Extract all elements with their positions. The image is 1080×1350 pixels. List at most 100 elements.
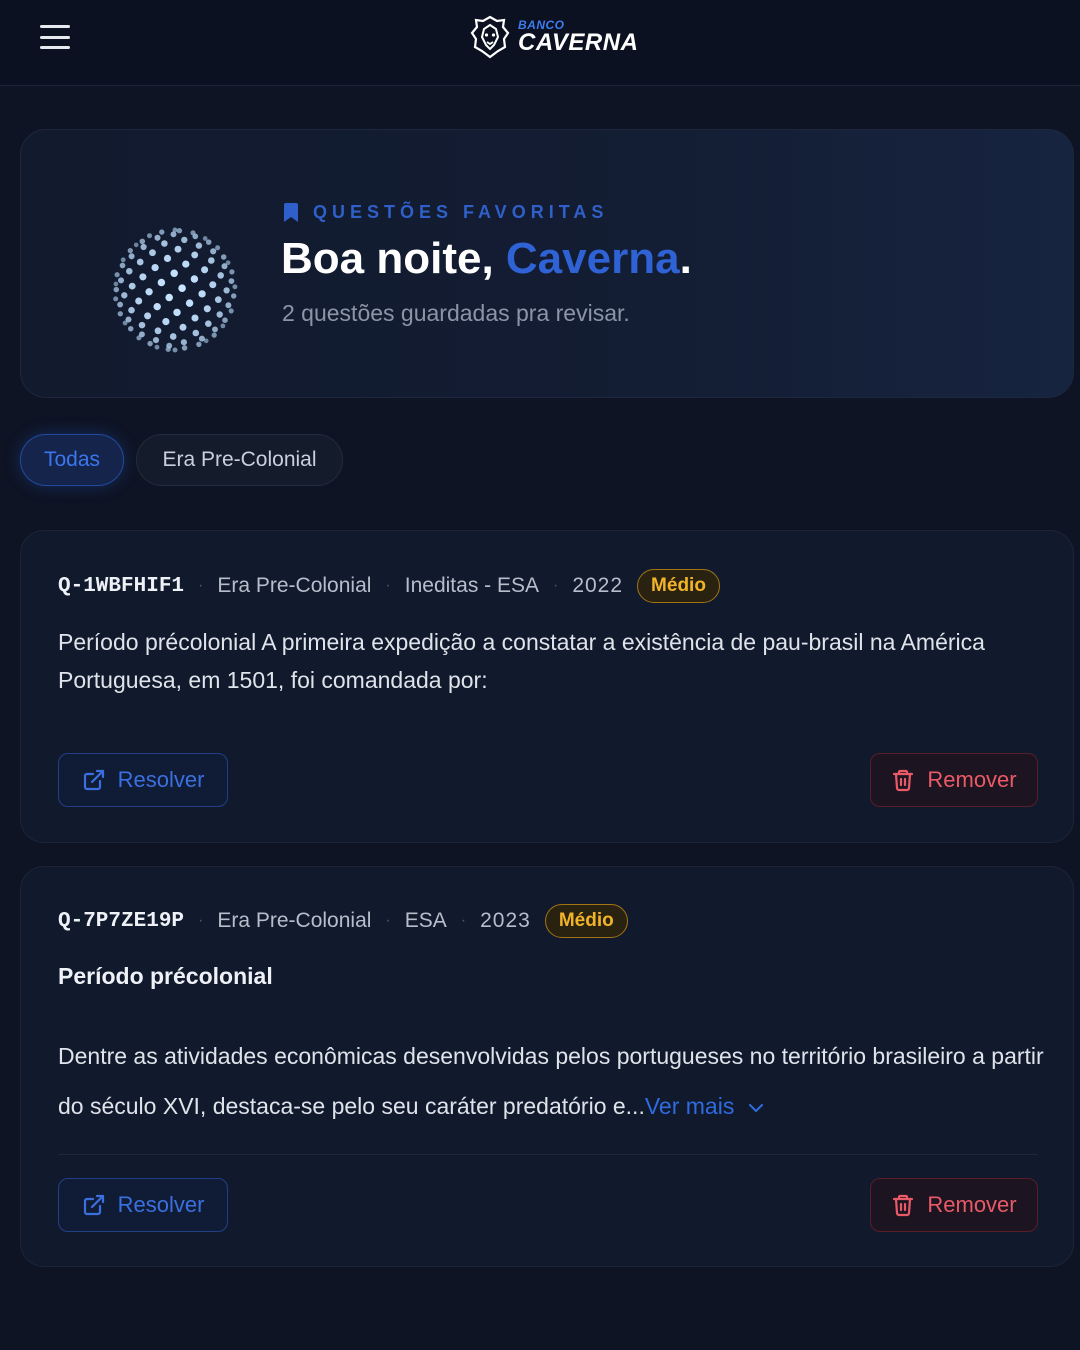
- sphere-dot: [154, 344, 160, 350]
- user-name: Caverna: [505, 234, 680, 283]
- sphere-dot: [172, 347, 178, 353]
- filter-chip-all[interactable]: Todas: [20, 434, 124, 486]
- sphere-dot: [201, 266, 209, 274]
- sphere-dot: [179, 323, 187, 331]
- sphere-dot: [133, 242, 139, 248]
- resolve-button[interactable]: Resolver: [58, 753, 228, 807]
- sphere-dot: [228, 278, 235, 284]
- sphere-dot: [185, 299, 194, 307]
- difficulty-badge: Médio: [637, 569, 720, 603]
- sphere-dot: [138, 331, 145, 338]
- sphere-dot: [211, 332, 217, 338]
- sphere-dot: [210, 248, 217, 255]
- top-bar: BANCO CAVERNA: [0, 0, 1080, 86]
- filter-chip-era-pre-colonial[interactable]: Era Pre-Colonial: [136, 434, 343, 486]
- sphere-dot: [135, 297, 143, 305]
- trash-icon: [893, 1194, 914, 1217]
- sphere-dot: [190, 230, 196, 236]
- sphere-dot: [225, 302, 232, 309]
- sphere-dot: [125, 316, 132, 323]
- sphere-dot: [159, 229, 165, 235]
- trash-icon: [893, 769, 914, 792]
- question-id: Q-1WBFHIF1: [58, 574, 185, 598]
- sphere-dot: [192, 329, 200, 337]
- sphere-dot: [147, 340, 153, 347]
- difficulty-badge: Médio: [544, 904, 628, 938]
- sphere-dot: [113, 296, 119, 302]
- sphere-dot: [215, 245, 221, 251]
- sphere-dot: [117, 311, 123, 317]
- sphere-dot: [182, 260, 190, 268]
- question-text: Período précolonial A primeira expedição…: [58, 629, 985, 693]
- sphere-dot: [217, 272, 224, 279]
- resolve-button-label: Resolver: [117, 1192, 205, 1217]
- sphere-dot: [127, 247, 133, 254]
- sphere-dot: [173, 308, 181, 317]
- sphere-dot: [157, 278, 166, 287]
- greeting-text: Boa noite,: [281, 234, 506, 283]
- sphere-dot: [166, 342, 173, 349]
- external-link-icon: [83, 1194, 104, 1216]
- question-meta: Q-1WBFHIF1 · Era Pre-Colonial · Ineditas…: [58, 569, 720, 603]
- lion-head-icon: [470, 15, 510, 59]
- sphere-dot: [165, 293, 173, 302]
- resolve-button-label: Resolver: [117, 767, 205, 792]
- question-text-content: Dentre as atividades econômicas desenvol…: [58, 1043, 1044, 1119]
- question-topic: Era Pre-Colonial: [217, 574, 372, 597]
- sphere-dot: [220, 254, 227, 260]
- sphere-dot: [144, 312, 152, 320]
- greeting-subtitle: 2 questões guardadas pra revisar.: [282, 300, 630, 326]
- sphere-dot: [117, 277, 125, 284]
- sphere-dot: [126, 267, 133, 275]
- remove-button[interactable]: Remover: [870, 1178, 1038, 1232]
- sphere-dot: [232, 284, 238, 290]
- section-kicker: QUESTÕES FAVORITAS: [283, 202, 608, 223]
- sphere-dot: [216, 311, 223, 318]
- question-topic: Era Pre-Colonial: [217, 909, 372, 932]
- remove-button-label: Remover: [927, 1192, 1017, 1217]
- sphere-dot: [162, 318, 170, 326]
- question-title: Período précolonial: [58, 963, 273, 989]
- question-source: Ineditas - ESA: [404, 574, 539, 597]
- sphere-dot: [121, 292, 128, 299]
- sphere-dot: [191, 314, 199, 322]
- sphere-dot: [153, 303, 161, 311]
- sphere-dot: [113, 286, 120, 293]
- sphere-dot: [128, 306, 135, 314]
- brand-logo[interactable]: BANCO CAVERNA: [470, 14, 638, 60]
- sphere-dot: [154, 234, 161, 241]
- sphere-dot: [202, 236, 208, 241]
- sphere-dot: [136, 258, 144, 266]
- sphere-dot: [222, 317, 228, 323]
- sphere-dot: [191, 251, 199, 259]
- sphere-dot: [149, 249, 156, 257]
- sphere-dot: [117, 301, 124, 308]
- sphere-dot: [190, 275, 199, 283]
- sphere-dot: [198, 335, 205, 342]
- sphere-dot: [169, 333, 177, 340]
- separator-dot: ·: [385, 912, 391, 929]
- separator-dot: ·: [385, 577, 391, 594]
- sphere-dot: [128, 253, 135, 260]
- greeting-card: QUESTÕES FAVORITAS Boa noite, Caverna. 2…: [20, 129, 1074, 398]
- external-link-icon: [83, 769, 104, 791]
- resolve-button[interactable]: Resolver: [58, 1178, 228, 1232]
- sphere-dot: [205, 320, 212, 327]
- hamburger-menu-icon[interactable]: [40, 22, 70, 52]
- sphere-dot: [220, 323, 226, 329]
- question-meta: Q-7P7ZE19P · Era Pre-Colonial · ESA · 20…: [58, 904, 628, 938]
- sphere-dot: [151, 263, 159, 272]
- sphere-dot: [178, 284, 186, 292]
- sphere-dot: [195, 242, 203, 249]
- chevron-down-icon[interactable]: [748, 1103, 764, 1113]
- question-text: Dentre as atividades econômicas desenvol…: [58, 1031, 1048, 1131]
- sphere-dot: [209, 281, 217, 289]
- remove-button[interactable]: Remover: [870, 753, 1038, 807]
- sphere-dot: [229, 269, 235, 275]
- sphere-dot: [170, 269, 178, 278]
- greeting-period: .: [679, 234, 692, 283]
- question-year: 2022: [572, 574, 624, 597]
- sphere-dot: [196, 341, 202, 347]
- sphere-dot: [145, 288, 153, 296]
- see-more-link[interactable]: Ver mais: [645, 1093, 734, 1119]
